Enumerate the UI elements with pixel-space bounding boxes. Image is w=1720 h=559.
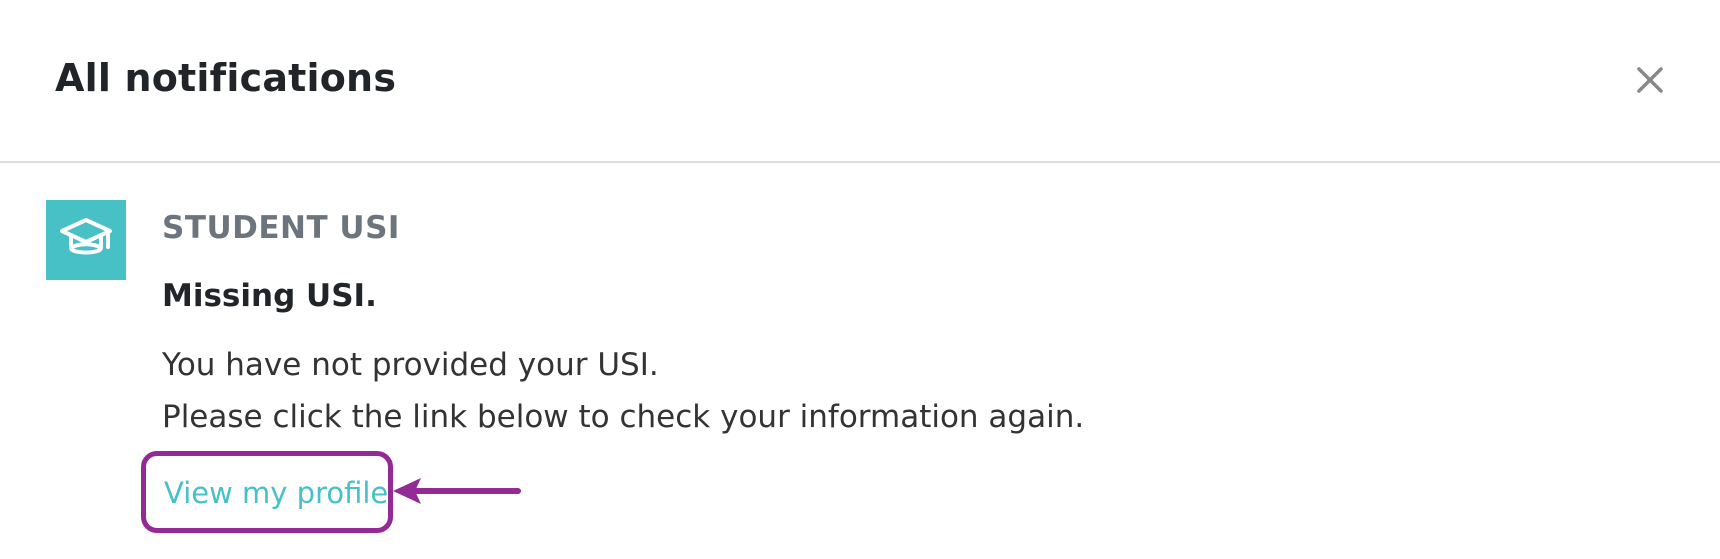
notifications-dialog: All notifications STUDENT USI Missing US… xyxy=(0,0,1720,559)
close-icon xyxy=(1637,67,1663,93)
graduation-cap-icon xyxy=(60,218,112,255)
dialog-header: All notifications xyxy=(0,0,1720,163)
close-button[interactable] xyxy=(1620,56,1680,104)
notification-category: STUDENT USI xyxy=(162,210,400,246)
notification-message-line: You have not provided your USI. xyxy=(162,347,659,383)
arrow-left-icon xyxy=(393,478,521,504)
notification-message-line: Please click the link below to check you… xyxy=(162,399,1085,435)
notification-subject: Missing USI. xyxy=(162,278,377,314)
dialog-title: All notifications xyxy=(55,56,397,100)
view-profile-link[interactable]: View my profile xyxy=(164,476,388,510)
notification-badge xyxy=(46,200,126,280)
notification-item: STUDENT USI Missing USI. You have not pr… xyxy=(0,163,1720,559)
